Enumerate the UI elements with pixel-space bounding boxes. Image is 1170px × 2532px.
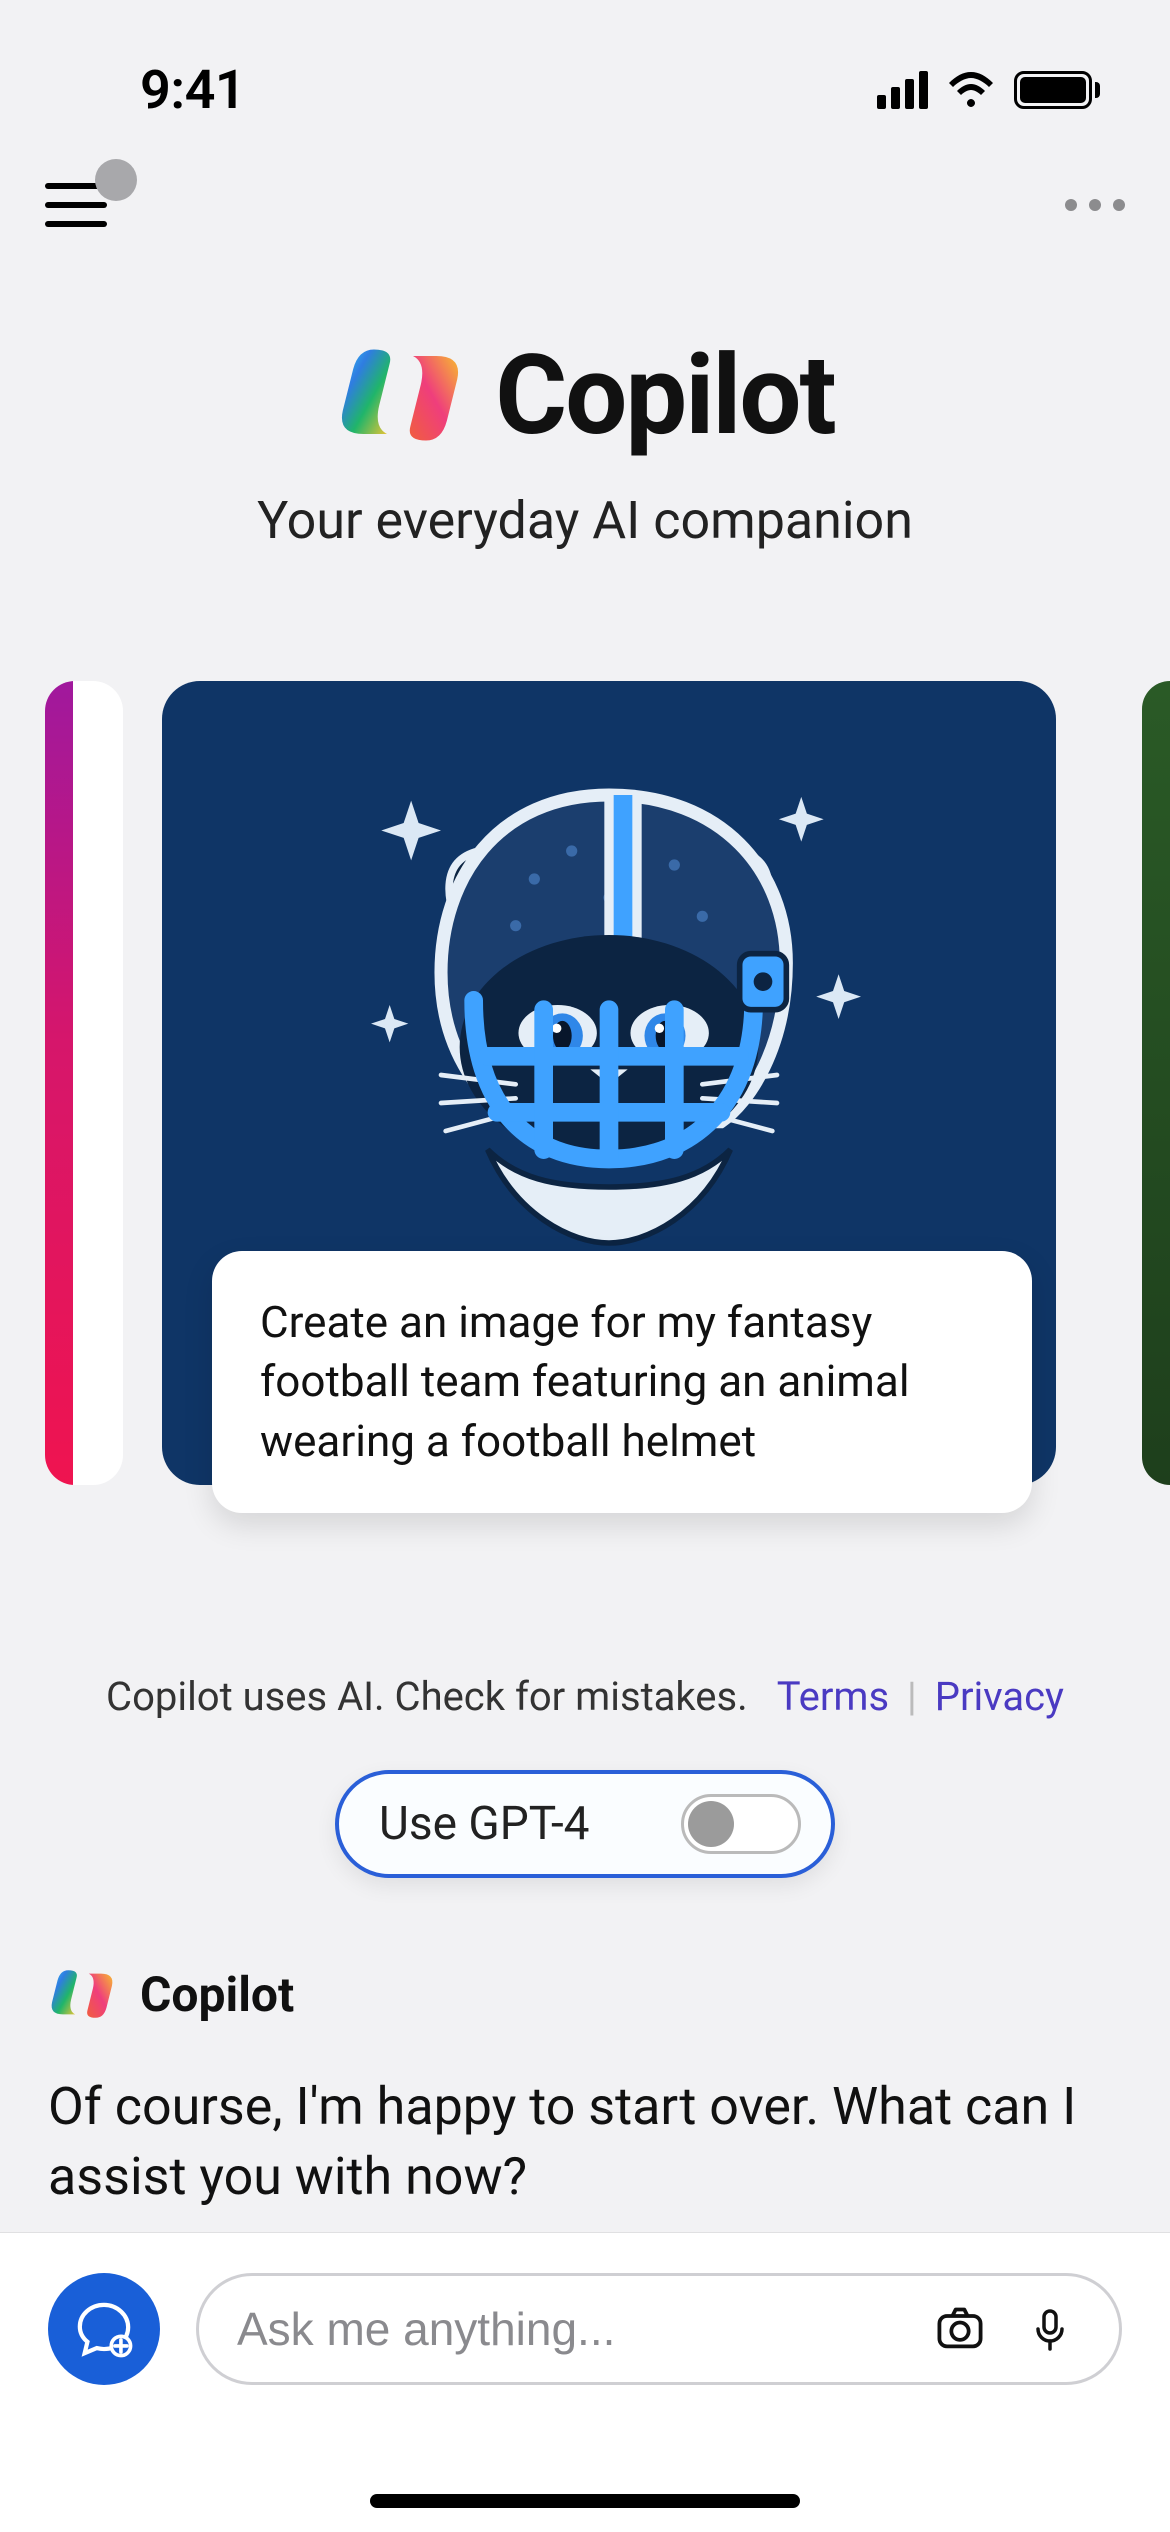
- app-subtitle: Your everyday AI companion: [0, 490, 1170, 551]
- ask-input[interactable]: [237, 2302, 901, 2356]
- app-title: Copilot: [495, 331, 834, 460]
- suggestion-image: [162, 681, 1056, 1301]
- status-bar: 9:41: [0, 0, 1170, 140]
- disclaimer-row: Copilot uses AI. Check for mistakes. Ter…: [0, 1673, 1170, 1720]
- home-indicator[interactable]: [370, 2494, 800, 2508]
- status-time: 9:41: [140, 59, 245, 122]
- carousel-next-card[interactable]: [1142, 681, 1170, 1485]
- disclaimer-text: Copilot uses AI. Check for mistakes.: [106, 1673, 748, 1720]
- menu-button[interactable]: [45, 183, 107, 227]
- copilot-avatar-icon: [48, 1960, 116, 2028]
- gpt4-toggle-label: Use GPT-4: [379, 1797, 590, 1851]
- notification-dot-icon: [95, 159, 137, 201]
- carousel-prev-card[interactable]: [45, 681, 123, 1485]
- privacy-link[interactable]: Privacy: [935, 1673, 1064, 1720]
- ask-input-container[interactable]: [196, 2273, 1122, 2385]
- new-chat-button[interactable]: [48, 2273, 160, 2385]
- wifi-icon: [946, 71, 996, 109]
- chat-area: Copilot Of course, I'm happy to start ov…: [0, 1960, 1170, 2212]
- nav-row: [0, 140, 1170, 270]
- suggestion-carousel[interactable]: Create an image for my fantasy football …: [0, 681, 1170, 1501]
- more-button[interactable]: [1065, 199, 1125, 211]
- mic-button[interactable]: [1019, 2298, 1081, 2360]
- chat-message: Of course, I'm happy to start over. What…: [48, 2072, 1122, 2212]
- camera-button[interactable]: [929, 2298, 991, 2360]
- toggle-switch[interactable]: [681, 1794, 801, 1854]
- input-bar: [0, 2232, 1170, 2532]
- battery-icon: [1014, 71, 1100, 109]
- terms-link[interactable]: Terms: [777, 1673, 889, 1720]
- chat-sender: Copilot: [140, 1966, 294, 2023]
- hero: Copilot Your everyday AI companion: [0, 330, 1170, 551]
- separator: |: [907, 1673, 917, 1720]
- suggestion-caption-text: Create an image for my fantasy football …: [260, 1293, 984, 1471]
- copilot-logo-icon: [335, 330, 465, 460]
- cellular-icon: [877, 71, 928, 109]
- suggestion-card[interactable]: Create an image for my fantasy football …: [162, 681, 1056, 1485]
- gpt4-toggle[interactable]: Use GPT-4: [335, 1770, 835, 1878]
- suggestion-caption[interactable]: Create an image for my fantasy football …: [212, 1251, 1032, 1513]
- status-icons: [877, 71, 1100, 109]
